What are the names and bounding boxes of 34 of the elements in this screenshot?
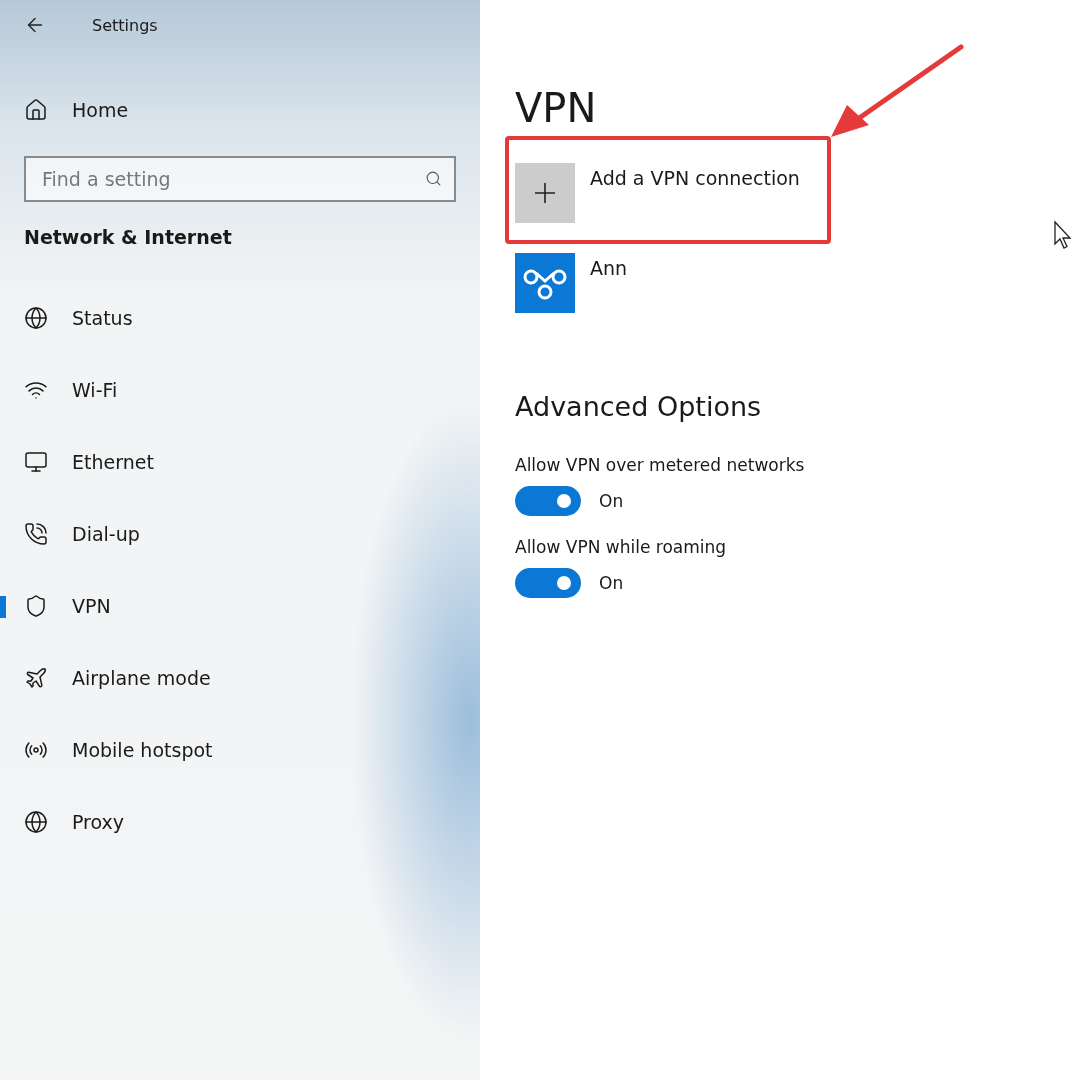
window-title: Settings [92, 15, 158, 35]
nav-item[interactable]: VPN [0, 570, 480, 642]
connection-label[interactable]: Add a VPN connection [590, 163, 800, 193]
section-heading: Network & Internet [24, 226, 232, 248]
search-field[interactable]: Find a setting [24, 156, 456, 202]
cursor-icon [1053, 220, 1073, 250]
airplane-icon [24, 666, 48, 690]
toggle-switch[interactable] [515, 568, 581, 598]
section-heading: Advanced Options [515, 391, 763, 422]
globe-icon [24, 810, 48, 834]
vpn-tile[interactable] [515, 253, 575, 313]
shield-icon [24, 594, 48, 618]
page-title: VPN [515, 84, 597, 133]
nav-item[interactable]: Ethernet [0, 426, 480, 498]
toggle-state: On [599, 573, 624, 593]
phone-icon [24, 522, 48, 546]
add-tile[interactable] [515, 163, 575, 223]
home-icon [24, 98, 48, 122]
nav-item[interactable]: Status [0, 282, 480, 354]
plus-icon [534, 182, 556, 204]
monitor-icon [24, 450, 48, 474]
nav-item[interactable]: Airplane mode [0, 642, 480, 714]
connection-label[interactable]: Ann [590, 253, 628, 283]
toggle-label: Allow VPN over metered networks [515, 454, 806, 477]
search-icon [425, 170, 442, 187]
globe-icon [24, 306, 48, 330]
toggle-state: On [599, 491, 624, 511]
nav-item[interactable]: Mobile hotspot [0, 714, 480, 786]
toggle-switch[interactable] [515, 486, 581, 516]
nav-item[interactable]: Dial-up [0, 498, 480, 570]
nav-item[interactable]: Proxy [0, 786, 480, 858]
toggle-label: Allow VPN while roaming [515, 536, 728, 559]
nav-item[interactable]: Wi-Fi [0, 354, 480, 426]
home-nav-item[interactable]: Home [0, 74, 480, 146]
